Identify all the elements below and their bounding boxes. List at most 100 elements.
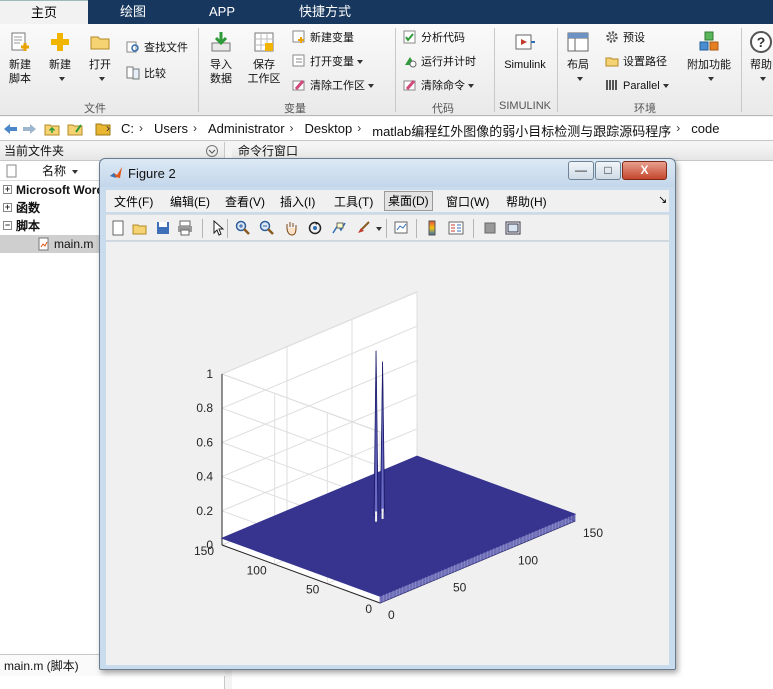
parallel-icon (606, 80, 617, 90)
surface-plot[interactable]: 00.20.40.60.81050100150050100150 (106, 242, 669, 665)
open-button[interactable]: 打开 (84, 30, 116, 86)
figure-menu-item[interactable]: 窗口(W) (446, 193, 489, 210)
set-path-button[interactable]: 设置路径 (605, 54, 667, 70)
y-tick-label: 150 (194, 544, 214, 558)
find-files-button[interactable]: 查找文件 (126, 40, 188, 56)
code-group-label: 代码 (432, 103, 454, 115)
breadcrumb-separator-icon[interactable]: › (139, 121, 143, 135)
clear-workspace-button[interactable]: 清除工作区 (292, 78, 374, 94)
tab-home[interactable]: 主页 (0, 0, 88, 24)
breadcrumb-separator-icon[interactable]: › (193, 121, 197, 135)
run-and-time-button[interactable]: 运行并计时 (403, 54, 476, 70)
breadcrumb-item[interactable]: code (691, 121, 719, 136)
save-icon[interactable] (155, 220, 171, 236)
z-tick-label: 0.6 (196, 435, 213, 449)
pointer-icon[interactable] (210, 220, 226, 236)
ribbon-separator (741, 28, 742, 112)
tab-apps[interactable]: APP (178, 0, 266, 24)
breadcrumb-item[interactable]: C: (121, 121, 134, 136)
x-tick-label: 50 (453, 581, 467, 595)
print-icon[interactable] (177, 220, 193, 236)
save-workspace-button[interactable]: 保存 工作区 (246, 30, 282, 86)
back-arrow-icon[interactable] (2, 121, 18, 137)
current-folder-title: 当前文件夹 (4, 144, 65, 158)
open-file-icon[interactable] (132, 220, 148, 236)
clear-workspace-icon (292, 80, 305, 91)
file-tree-label: 脚本 (16, 219, 41, 233)
legend-icon[interactable] (448, 220, 464, 236)
addons-label: 附加功能 (687, 59, 731, 71)
figure-menu-item[interactable]: 工具(T) (334, 193, 373, 210)
minimize-button[interactable]: — (568, 161, 594, 180)
figure-menu-item[interactable]: 帮助(H) (506, 193, 547, 210)
breadcrumb-separator-icon[interactable]: › (357, 121, 361, 135)
open-folder-icon (90, 36, 110, 50)
open-variable-button[interactable]: 打开变量 (292, 54, 363, 70)
file-tree-label: main.m (54, 237, 94, 251)
zoom-in-icon[interactable] (235, 220, 251, 236)
maximize-button[interactable]: □ (595, 161, 621, 180)
brush-dropdown-icon[interactable] (376, 227, 382, 231)
import-data-button[interactable]: 导入 数据 (204, 30, 238, 86)
address-bar: › C: › Users › Administrator › Desktop › matlab编程… (0, 117, 773, 141)
forward-arrow-icon[interactable] (22, 121, 38, 137)
breadcrumb-item[interactable]: Users (154, 121, 188, 136)
clear-commands-button[interactable]: 清除命令 (403, 78, 474, 94)
zoom-out-icon[interactable] (259, 220, 275, 236)
colorbar-icon[interactable] (424, 220, 440, 236)
tab-shortcuts[interactable]: 快捷方式 (266, 0, 384, 24)
simulink-label: Simulink (504, 59, 546, 71)
figure-menu-item[interactable]: 编辑(E) (170, 193, 210, 210)
layout-button[interactable]: 布局 (562, 30, 594, 86)
data-cursor-icon[interactable] (331, 220, 347, 236)
browse-folder-icon[interactable] (67, 121, 83, 137)
set-path-label: 设置路径 (623, 56, 667, 68)
link-plot-icon[interactable] (394, 220, 410, 236)
parallel-button[interactable]: Parallel (605, 78, 669, 94)
addons-button[interactable]: 附加功能 (684, 30, 734, 86)
figure-menu-item[interactable]: 插入(I) (280, 193, 315, 210)
breadcrumb-item[interactable]: Desktop (305, 121, 353, 136)
rotate-3d-icon[interactable] (307, 220, 323, 236)
breadcrumb-separator-icon[interactable]: › (290, 121, 294, 135)
toolbar-separator (416, 219, 417, 238)
new-figure-icon[interactable] (110, 220, 126, 236)
panel-menu-icon[interactable] (206, 145, 218, 157)
help-button[interactable]: ? 帮助 (746, 30, 773, 86)
up-folder-icon[interactable] (44, 121, 60, 137)
simulink-button[interactable]: Simulink (500, 30, 550, 72)
ribbon-toolbar: 新建 脚本 新建 打开 查找文件 比较 文件 导入 数据 保存 工作区 新建变量… (0, 24, 773, 116)
z-tick-label: 0.4 (196, 470, 213, 484)
new-script-button[interactable]: 新建 脚本 (4, 30, 36, 86)
breadcrumb-item[interactable]: matlab编程红外图像的弱小目标检测与跟踪源码程序 (372, 121, 671, 140)
expand-icon[interactable]: + (3, 203, 12, 212)
new-variable-button[interactable]: 新建变量 (292, 30, 354, 46)
breadcrumb-separator-icon[interactable]: › (106, 121, 110, 135)
set-path-icon (605, 57, 619, 67)
figure-window: Figure 2 — □ X ↘ 文件(F) 编辑(E) 查看(V) 插入(I) 工具(… (99, 158, 676, 670)
close-button[interactable]: X (622, 161, 667, 180)
dock-arrow-icon[interactable]: ↘ (658, 193, 667, 206)
figure-menu-item[interactable]: 桌面(D) (384, 191, 433, 211)
new-button[interactable]: 新建 (44, 30, 76, 86)
show-plot-tools-icon[interactable] (505, 220, 521, 236)
hide-plot-tools-icon[interactable] (482, 220, 498, 236)
expand-icon[interactable]: + (3, 185, 12, 194)
compare-button[interactable]: 比较 (126, 66, 166, 82)
preferences-button[interactable]: 预设 (605, 30, 645, 46)
tab-plots[interactable]: 绘图 (88, 0, 178, 24)
breadcrumb-item[interactable]: Administrator (208, 121, 285, 136)
figure-menu-item[interactable]: 文件(F) (114, 193, 153, 210)
collapse-icon[interactable]: − (3, 221, 12, 230)
chevron-down-icon (576, 77, 583, 81)
analyze-code-button[interactable]: 分析代码 (403, 30, 465, 46)
chevron-down-icon (58, 77, 65, 81)
clear-workspace-label: 清除工作区 (310, 80, 365, 92)
brush-icon[interactable] (355, 220, 371, 236)
figure-canvas[interactable]: 0 0.2 0.4 0.6 0.8 1 0 50 100 150 0 50 100 150 (106, 242, 669, 665)
figure-menu-item[interactable]: 查看(V) (225, 193, 265, 210)
toolbar-separator (473, 219, 474, 238)
breadcrumb-separator-icon[interactable]: › (676, 121, 680, 135)
figure-title-bar[interactable]: Figure 2 — □ X (100, 159, 675, 187)
pan-icon[interactable] (283, 220, 299, 236)
